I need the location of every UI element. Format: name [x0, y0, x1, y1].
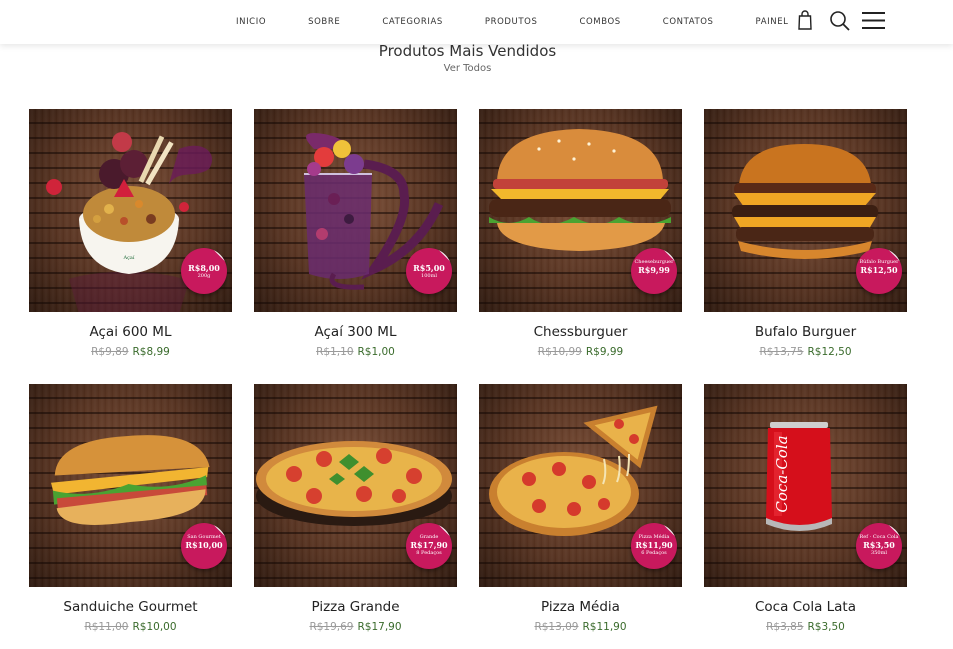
product-card-bufalo-burger[interactable]: Búfalo Burguer R$12,50 Bufalo Burguer R$… — [704, 109, 907, 369]
sale-price: R$11,90 — [582, 621, 627, 633]
search-icon[interactable] — [829, 10, 851, 32]
section-title: Produtos Mais Vendidos — [378, 42, 557, 60]
product-card-sanduiche-gourmet[interactable]: San Gourmet R$10,00 Sanduiche Gourmet R$… — [29, 384, 232, 644]
old-price: R$1,10 — [316, 346, 354, 358]
product-name[interactable]: Bufalo Burguer — [704, 324, 907, 340]
old-price: R$19,69 — [309, 621, 354, 633]
product-card-pizza-media[interactable]: Pizza Média R$11,90 6 Pedaços Pizza Médi… — [479, 384, 682, 644]
product-name[interactable]: Sanduiche Gourmet — [29, 599, 232, 615]
svg-text:Coca-Cola: Coca-Cola — [773, 435, 791, 512]
price-tag-badge: Grande R$17,90 8 Pedaços — [406, 523, 452, 569]
price-tag-badge: Búfalo Burguer R$12,50 — [856, 248, 902, 294]
nav-produtos[interactable]: PRODUTOS — [485, 17, 538, 27]
nav-combos[interactable]: COMBOS — [579, 17, 620, 27]
top-navbar: INICIO SOBRE CATEGORIAS PRODUTOS COMBOS … — [0, 0, 953, 44]
product-image[interactable]: Coca-Cola Ref · Coca Cola R$3,50 350ml — [704, 384, 907, 587]
product-name[interactable]: Chessburguer — [479, 324, 682, 340]
sale-price: R$10,00 — [132, 621, 177, 633]
svg-text:Açaí: Açaí — [123, 254, 135, 261]
product-name[interactable]: Pizza Média — [479, 599, 682, 615]
product-prices: R$9,89 R$8,99 — [29, 346, 232, 358]
sale-price: R$8,99 — [132, 346, 170, 358]
sale-price: R$9,99 — [585, 346, 624, 358]
product-card-acai-600[interactable]: Açaí R$8,00 200g Açai 600 ML R$9,89 R$8,9… — [29, 109, 232, 369]
product-image[interactable]: San Gourmet R$10,00 — [29, 384, 232, 587]
product-name[interactable]: Açai 600 ML — [29, 324, 232, 340]
product-prices: R$1,10 R$1,00 — [254, 346, 457, 358]
price-tag-badge: Cheeseburguer R$9,99 — [631, 248, 677, 294]
view-all-link[interactable]: Ver Todos — [0, 63, 935, 74]
price-tag-badge: Pizza Média R$11,90 6 Pedaços — [631, 523, 677, 569]
product-card-cheeseburger[interactable]: Cheeseburguer R$9,99 Chessburguer R$10,9… — [479, 109, 682, 369]
old-price: R$9,89 — [91, 346, 129, 358]
menu-icon[interactable] — [862, 11, 885, 30]
product-image[interactable]: Grande R$17,90 8 Pedaços — [254, 384, 457, 587]
price-tag-badge: Ref · Coca Cola R$3,50 350ml — [856, 523, 902, 569]
sale-price: R$3,50 — [807, 621, 845, 633]
nav-sobre[interactable]: SOBRE — [308, 17, 340, 27]
shopping-bag-icon[interactable] — [797, 10, 813, 30]
old-price: R$13,75 — [759, 346, 804, 358]
product-prices: R$19,69 R$17,90 — [254, 621, 457, 633]
product-prices: R$13,75 R$12,50 — [704, 346, 907, 358]
sale-price: R$1,00 — [357, 346, 395, 358]
product-image[interactable]: R$5,00 100ml — [254, 109, 457, 312]
sale-price: R$17,90 — [357, 621, 402, 633]
old-price: R$10,99 — [537, 346, 582, 358]
old-price: R$3,85 — [766, 621, 804, 633]
product-name[interactable]: Açaí 300 ML — [254, 324, 457, 340]
price-tag-badge: R$8,00 200g — [181, 248, 227, 294]
old-price: R$13,09 — [534, 621, 579, 633]
nav-inicio[interactable]: INICIO — [236, 17, 266, 27]
old-price: R$11,00 — [84, 621, 129, 633]
price-tag-badge: R$5,00 100ml — [406, 248, 452, 294]
product-prices: R$10,99 R$9,99 — [479, 346, 682, 358]
product-card-coca-cola-lata[interactable]: Coca-Cola Ref · Coca Cola R$3,50 350ml C… — [704, 384, 907, 644]
product-card-acai-300[interactable]: R$5,00 100ml Açaí 300 ML R$1,10 R$1,00 — [254, 109, 457, 369]
nav-categorias[interactable]: CATEGORIAS — [382, 17, 443, 27]
nav-painel[interactable]: PAINEL — [756, 17, 789, 27]
product-prices: R$13,09 R$11,90 — [479, 621, 682, 633]
main-nav: INICIO SOBRE CATEGORIAS PRODUTOS COMBOS … — [236, 0, 789, 44]
product-name[interactable]: Pizza Grande — [254, 599, 457, 615]
product-prices: R$3,85 R$3,50 — [704, 621, 907, 633]
product-card-pizza-grande[interactable]: Grande R$17,90 8 Pedaços Pizza Grande R$… — [254, 384, 457, 644]
product-image[interactable]: Cheeseburguer R$9,99 — [479, 109, 682, 312]
sale-price: R$12,50 — [807, 346, 852, 358]
product-name[interactable]: Coca Cola Lata — [704, 599, 907, 615]
product-image[interactable]: Pizza Média R$11,90 6 Pedaços — [479, 384, 682, 587]
product-image[interactable]: Búfalo Burguer R$12,50 — [704, 109, 907, 312]
price-tag-badge: San Gourmet R$10,00 — [181, 523, 227, 569]
product-prices: R$11,00 R$10,00 — [29, 621, 232, 633]
nav-contatos[interactable]: CONTATOS — [663, 17, 714, 27]
product-image[interactable]: Açaí R$8,00 200g — [29, 109, 232, 312]
